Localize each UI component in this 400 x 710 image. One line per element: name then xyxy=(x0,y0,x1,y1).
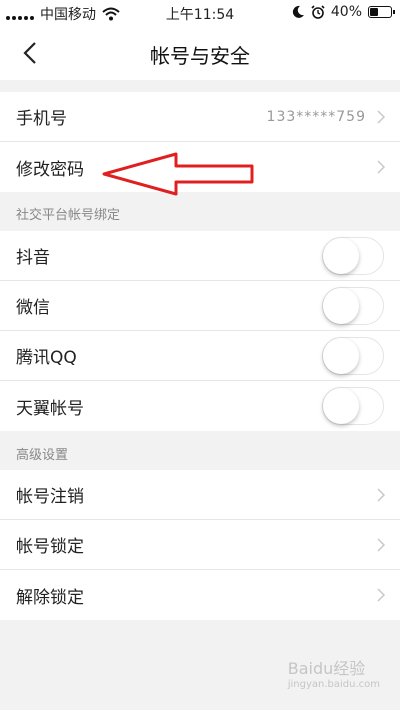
social-label: 天翼帐号 xyxy=(16,398,84,419)
wechat-toggle[interactable] xyxy=(322,287,384,325)
toggle-knob xyxy=(323,288,359,324)
battery-icon xyxy=(368,6,395,18)
baidu-watermark: Baidu经验 jingyan.baidu.com xyxy=(288,655,380,690)
red-arrow-icon xyxy=(102,152,254,196)
watermark-sub: jingyan.baidu.com xyxy=(287,679,380,690)
account-lock-label: 帐号锁定 xyxy=(16,537,84,557)
chevron-right-icon xyxy=(377,160,386,174)
unlock-row[interactable]: 解除锁定 xyxy=(0,570,400,620)
alarm-icon xyxy=(311,5,325,19)
page-title: 帐号与安全 xyxy=(150,44,250,68)
toggle-knob xyxy=(323,238,359,274)
toggle-knob xyxy=(323,338,359,374)
account-cancel-row[interactable]: 帐号注销 xyxy=(0,470,400,520)
watermark-text: Baidu经验 xyxy=(287,659,366,678)
status-bar: 中国移动 上午11:54 40% xyxy=(0,0,400,26)
account-lock-row[interactable]: 帐号锁定 xyxy=(0,520,400,570)
social-row-qq: 腾讯QQ xyxy=(0,331,400,381)
social-row-douyin: 抖音 xyxy=(0,231,400,281)
social-row-tianyi: 天翼帐号 xyxy=(0,381,400,431)
social-label: 腾讯QQ xyxy=(16,348,77,368)
status-right: 40% xyxy=(291,4,395,20)
chevron-right-icon xyxy=(377,110,386,124)
chevron-right-icon xyxy=(377,588,386,602)
battery-percent: 40% xyxy=(330,4,362,20)
social-label: 微信 xyxy=(16,298,50,318)
chevron-right-icon xyxy=(377,488,386,502)
douyin-toggle[interactable] xyxy=(322,237,384,275)
social-group: 抖音 微信 腾讯QQ 天翼帐号 xyxy=(0,231,400,431)
moon-icon xyxy=(292,5,304,18)
nav-bar: 帐号与安全 xyxy=(0,26,400,80)
phone-row[interactable]: 手机号 133*****759 xyxy=(0,92,400,142)
advanced-group: 帐号注销 帐号锁定 解除锁定 xyxy=(0,470,400,620)
social-label: 抖音 xyxy=(16,248,50,268)
advanced-section-header: 高级设置 xyxy=(16,448,69,463)
change-password-label: 修改密码 xyxy=(16,159,84,180)
toggle-knob xyxy=(323,388,359,424)
phone-label: 手机号 xyxy=(16,109,67,129)
tianyi-toggle[interactable] xyxy=(322,387,384,425)
unlock-label: 解除锁定 xyxy=(16,587,84,608)
chevron-right-icon xyxy=(377,538,386,552)
social-section-header: 社交平台帐号绑定 xyxy=(16,208,121,223)
qq-toggle[interactable] xyxy=(322,337,384,375)
phone-value: 133*****759 xyxy=(266,108,366,125)
account-cancel-label: 帐号注销 xyxy=(16,487,84,507)
social-row-wechat: 微信 xyxy=(0,281,400,331)
battery-fill xyxy=(370,8,378,16)
